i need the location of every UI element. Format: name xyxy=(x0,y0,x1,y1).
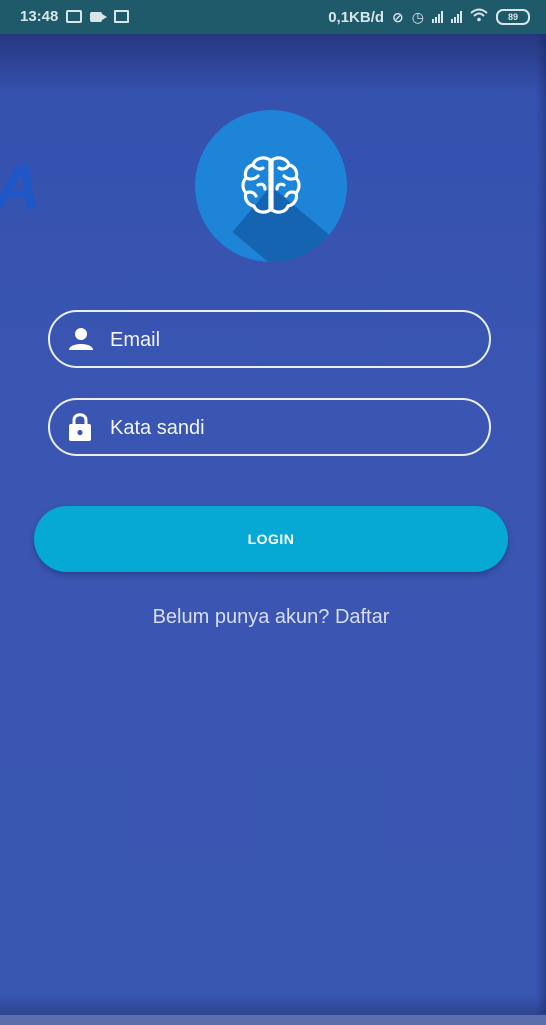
navigation-bar xyxy=(0,1015,546,1025)
signal-icon xyxy=(432,11,443,23)
status-right: 0,1KB/d ⊘ ◷ 89 xyxy=(328,8,530,26)
password-input[interactable] xyxy=(108,412,472,444)
battery-icon: 89 xyxy=(496,9,530,25)
login-screen: 13:48 0,1KB/d ⊘ ◷ 89 A xyxy=(0,0,546,1025)
email-field[interactable] xyxy=(48,310,491,368)
login-button[interactable]: LOGIN xyxy=(34,506,508,572)
status-bar: 13:48 0,1KB/d ⊘ ◷ 89 xyxy=(0,0,546,34)
network-speed: 0,1KB/d xyxy=(328,8,385,26)
status-left: 13:48 xyxy=(20,8,130,25)
brain-icon xyxy=(241,154,301,221)
person-icon xyxy=(68,327,94,356)
bottom-shadow xyxy=(0,995,546,1015)
signal-icon-2 xyxy=(451,11,462,23)
email-input[interactable] xyxy=(108,324,472,356)
mail-icon xyxy=(114,10,130,23)
app-logo xyxy=(195,110,347,262)
message-icon xyxy=(66,10,83,23)
video-icon xyxy=(90,11,108,22)
lock-icon xyxy=(68,412,92,447)
status-time: 13:48 xyxy=(20,8,59,25)
do-not-disturb-icon: ⊘ xyxy=(392,8,404,25)
password-field[interactable] xyxy=(48,398,491,456)
register-link[interactable]: Belum punya akun? Daftar xyxy=(0,606,542,629)
alarm-icon: ◷ xyxy=(411,8,424,25)
top-shadow xyxy=(0,34,546,94)
wifi-icon xyxy=(470,8,488,26)
background-letter: A xyxy=(0,150,40,224)
